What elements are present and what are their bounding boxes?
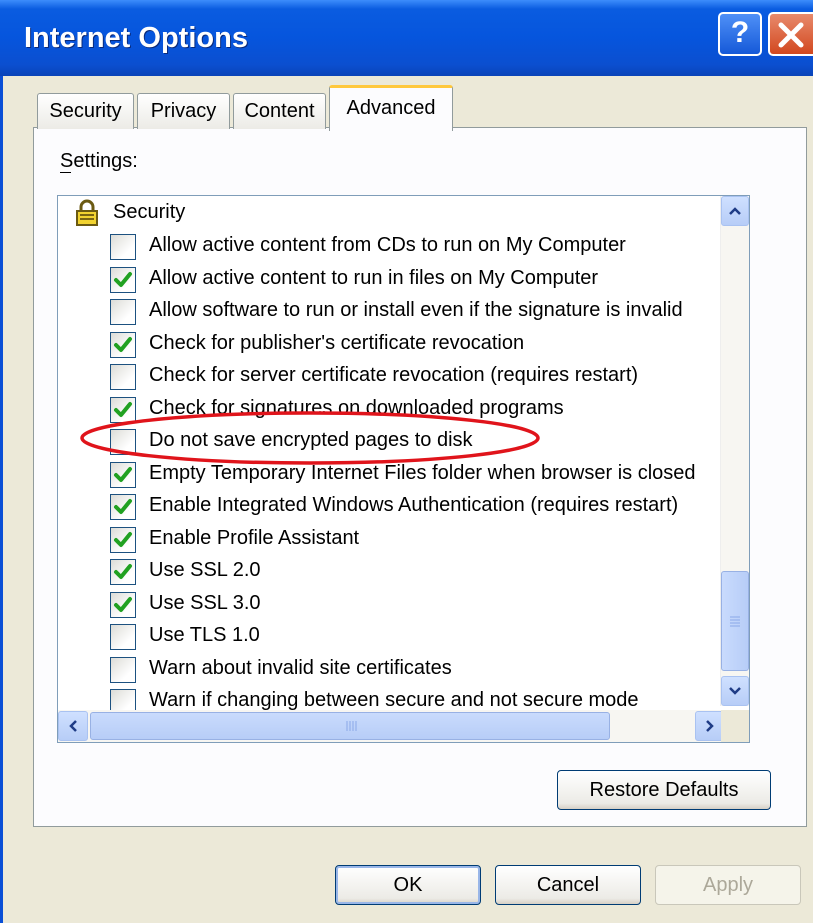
group-header-label: Security <box>113 201 186 223</box>
scroll-down-button[interactable] <box>721 676 749 706</box>
checkmark-icon <box>114 531 132 547</box>
grip-icon <box>730 616 740 627</box>
title-bar[interactable]: Internet Options ? <box>0 0 813 76</box>
settings-accelerator-underline <box>60 172 71 173</box>
chevron-right-icon <box>706 720 714 732</box>
checkbox-checked[interactable] <box>110 591 136 618</box>
list-item-label: Use SSL 3.0 <box>149 591 261 614</box>
checkbox-checked[interactable] <box>110 331 136 358</box>
checkbox-unchecked[interactable] <box>110 299 136 325</box>
checkmark-icon <box>114 596 132 612</box>
vertical-scrollbar[interactable] <box>720 196 749 706</box>
list-item-label: Allow software to run or install even if… <box>149 299 683 321</box>
checkmark-icon <box>114 271 132 287</box>
settings-label-text: Settings: <box>60 150 138 172</box>
checkbox-checked[interactable] <box>110 494 136 520</box>
close-button[interactable] <box>768 12 813 56</box>
list-item-label: Use SSL 2.0 <box>149 559 261 581</box>
advanced-settings-list[interactable]: Security Allow active content from CDs t… <box>57 195 750 743</box>
tab-advanced[interactable]: Advanced <box>329 85 453 131</box>
tab-content[interactable]: Content <box>233 93 326 129</box>
checkbox-unchecked[interactable] <box>110 234 136 260</box>
list-item-label: Allow active content from CDs to run on … <box>149 234 626 256</box>
scrollbar-corner <box>721 710 749 742</box>
list-item-label: Enable Integrated Windows Authentication… <box>149 494 679 516</box>
horizontal-scrollbar[interactable] <box>58 710 725 742</box>
tab-privacy[interactable]: Privacy <box>137 93 230 129</box>
chevron-up-icon <box>729 207 741 215</box>
help-button[interactable]: ? <box>718 12 762 56</box>
close-icon <box>778 22 804 48</box>
red-annotation-ellipse <box>80 411 540 465</box>
window-title: Internet Options <box>24 22 248 54</box>
list-item-label: Check for server certificate revocation … <box>149 364 639 386</box>
checkbox-unchecked[interactable] <box>110 656 136 683</box>
scroll-left-button[interactable] <box>58 711 88 741</box>
checkmark-icon <box>114 336 132 352</box>
checkmark-icon <box>114 499 132 514</box>
checkbox-checked[interactable] <box>110 526 136 553</box>
grip-icon <box>346 721 357 731</box>
ok-button[interactable]: OK <box>335 865 481 905</box>
internet-options-window: Internet Options ? Security Privacy Cont… <box>0 0 813 923</box>
scroll-up-button[interactable] <box>721 196 749 226</box>
tab-security[interactable]: Security <box>37 93 134 129</box>
checkmark-icon <box>114 564 132 579</box>
restore-defaults-button[interactable]: Restore Defaults <box>557 770 771 810</box>
chevron-down-icon <box>729 687 741 695</box>
vertical-scroll-thumb[interactable] <box>721 571 749 671</box>
list-item-label: Enable Profile Assistant <box>149 526 360 549</box>
list-item-label: Check for publisher's certificate revoca… <box>149 331 525 354</box>
list-item-label: Warn if changing between secure and not … <box>149 689 639 711</box>
list-item-label: Use TLS 1.0 <box>149 624 260 646</box>
checkbox-unchecked[interactable] <box>110 364 136 390</box>
apply-button: Apply <box>655 865 801 905</box>
checkbox-checked[interactable] <box>110 266 136 293</box>
padlock-icon <box>76 199 98 226</box>
horizontal-scroll-thumb[interactable] <box>90 712 610 740</box>
checkbox-unchecked[interactable] <box>110 624 136 650</box>
list-item-label: Warn about invalid site certificates <box>149 656 452 679</box>
cancel-button[interactable]: Cancel <box>495 865 641 905</box>
settings-label: Settings: <box>60 150 138 173</box>
list-item-label: Allow active content to run in files on … <box>149 266 599 289</box>
chevron-left-icon <box>69 720 77 732</box>
checkbox-checked[interactable] <box>110 559 136 585</box>
